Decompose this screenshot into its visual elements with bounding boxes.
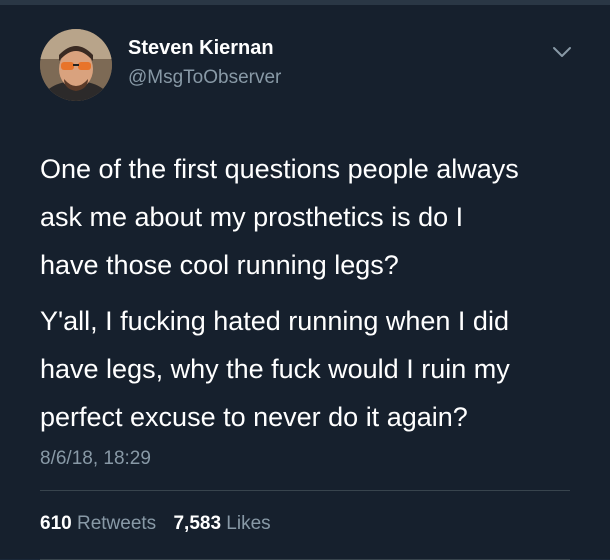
avatar-photo <box>40 29 112 101</box>
chevron-down-icon[interactable] <box>552 45 572 59</box>
author-display-name[interactable]: Steven Kiernan <box>128 37 274 60</box>
tweet-text-paragraph-2: Y'all, I fucking hated running when I di… <box>40 306 510 432</box>
screenshot-frame: Steven Kiernan @MsgToObserver One of the… <box>0 0 610 560</box>
likes-label[interactable]: Likes <box>226 513 270 534</box>
retweets-label[interactable]: Retweets <box>77 513 156 534</box>
tweet-card: Steven Kiernan @MsgToObserver One of the… <box>0 5 610 560</box>
tweet-timestamp[interactable]: 8/6/18, 18:29 <box>40 448 151 470</box>
divider <box>40 490 570 491</box>
likes-count[interactable]: 7,583 <box>173 513 221 534</box>
tweet-text-paragraph-1: One of the first questions people always… <box>40 154 519 280</box>
avatar[interactable] <box>40 29 112 101</box>
retweets-count[interactable]: 610 <box>40 513 72 534</box>
tweet-stats: 610 Retweets 7,583 Likes <box>40 513 271 535</box>
author-handle[interactable]: @MsgToObserver <box>128 67 281 89</box>
